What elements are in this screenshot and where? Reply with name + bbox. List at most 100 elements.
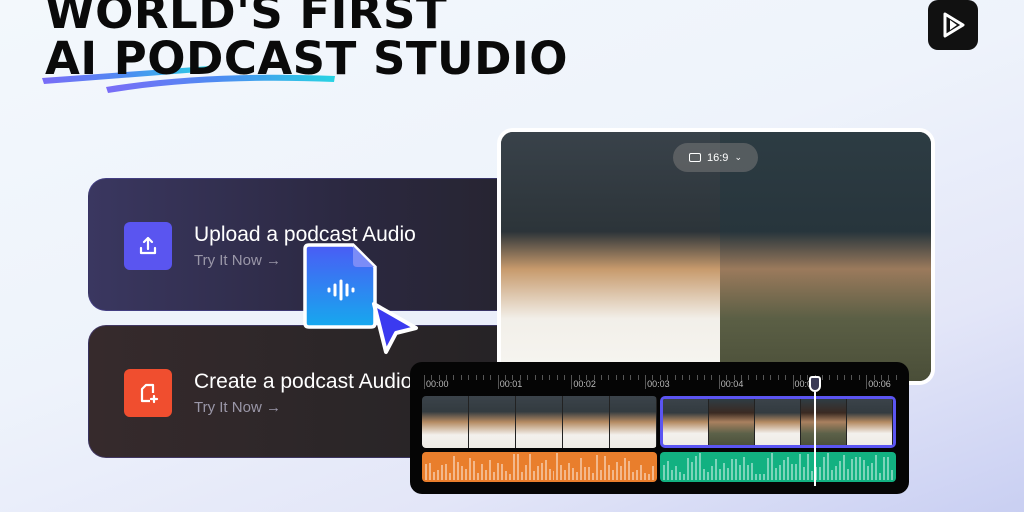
waveform-bar <box>456 462 459 480</box>
waveform-bar <box>743 456 745 480</box>
waveform-bar <box>711 465 713 480</box>
waveform-bar <box>803 467 805 480</box>
waveform-bar <box>831 470 833 480</box>
waveform-bar <box>468 457 471 480</box>
waveform-bar <box>425 464 427 480</box>
waveform-bar <box>532 470 535 480</box>
try-it-now-link[interactable]: Try It Now → <box>194 399 281 416</box>
waveform-bar <box>452 455 455 480</box>
waveform-bar <box>691 462 693 480</box>
ruler-tick <box>630 375 632 380</box>
waveform-bar <box>488 460 491 480</box>
waveform-bar <box>791 463 793 480</box>
waveform-bar <box>663 465 665 480</box>
timeline-editor[interactable]: 00:00 00:01 00:02 00:03 00:04 00:05 00:06 <box>410 362 909 494</box>
ruler-tick <box>475 375 477 380</box>
audio-file-drag[interactable] <box>303 243 377 329</box>
waveform-bar <box>703 468 705 480</box>
ruler-tick <box>549 375 551 380</box>
waveform-bar <box>871 462 873 480</box>
aspect-icon <box>689 153 702 162</box>
audio-track-2[interactable] <box>660 452 896 482</box>
ruler-tick <box>755 375 757 380</box>
ruler-tick <box>858 375 860 380</box>
waveform-bar <box>719 468 721 480</box>
playhead-handle[interactable] <box>808 376 821 392</box>
waveform-bar <box>588 467 591 480</box>
app-logo[interactable] <box>928 0 978 50</box>
waveform-bar <box>652 465 655 480</box>
waveform-bar <box>528 453 531 480</box>
time-label: 00:06 <box>868 379 891 389</box>
try-it-now-link[interactable]: Try It Now → <box>194 252 281 269</box>
waveform-bar <box>879 473 881 480</box>
waveform-bar <box>827 453 829 480</box>
waveform-bar <box>616 461 619 480</box>
ruler-tick <box>615 375 617 380</box>
waveform-bar <box>687 457 689 480</box>
waveform-bar <box>448 473 451 480</box>
waveform-bar <box>464 468 467 480</box>
waveform-bar <box>648 473 651 480</box>
waveform-bar <box>620 466 623 480</box>
ruler-tick <box>821 375 823 380</box>
waveform-bar <box>859 456 861 480</box>
waveform-bar <box>596 454 599 480</box>
waveform-bar <box>520 472 523 480</box>
waveform-bar <box>707 471 709 480</box>
waveform-bar <box>727 468 729 480</box>
waveform-bar <box>580 458 583 480</box>
waveform-bar <box>731 459 733 480</box>
ruler-tick <box>763 375 765 380</box>
ruler-tick <box>844 375 846 380</box>
waveform-bar <box>851 459 853 480</box>
waveform-bar <box>883 457 885 480</box>
waveform-bar <box>723 463 725 480</box>
ruler-tick <box>600 375 602 380</box>
headline-line2: AI PODCAST STUDIO <box>45 32 568 85</box>
waveform-bar <box>480 464 483 480</box>
waveform-bar <box>771 453 773 480</box>
chevron-down-icon: ⌄ <box>734 152 742 162</box>
waveform-bar <box>440 465 443 480</box>
ruler-tick <box>770 375 772 380</box>
clip-thumbnail <box>516 396 563 448</box>
waveform-bar <box>767 457 769 480</box>
waveform-bar <box>496 462 499 480</box>
ruler-tick <box>792 375 794 389</box>
time-label: 00:01 <box>499 379 523 389</box>
waveform-bar <box>875 455 877 480</box>
waveform-bar <box>436 469 439 480</box>
time-label: 00:03 <box>647 379 670 389</box>
ruler-tick <box>777 375 779 380</box>
waveform-bar <box>504 471 507 480</box>
waveform-bar <box>887 457 889 480</box>
waveform-bar <box>739 465 741 480</box>
waveform-bar <box>636 470 639 480</box>
waveform-bar <box>763 474 765 480</box>
aspect-ratio-selector[interactable]: 16:9 ⌄ <box>673 143 758 172</box>
time-label: 00:02 <box>573 379 596 389</box>
ruler-tick <box>468 375 470 380</box>
waveform-bar <box>524 465 527 480</box>
clip-thumbnail <box>847 399 893 445</box>
waveform-bar <box>835 466 837 480</box>
ruler-tick <box>556 375 558 380</box>
playhead-line <box>813 392 816 486</box>
waveform-bar <box>460 465 463 480</box>
waveform-bar <box>759 474 761 480</box>
audio-track-1[interactable] <box>422 452 657 482</box>
playhead[interactable] <box>808 376 821 486</box>
waveform-bar <box>891 469 893 480</box>
waveform-bar <box>747 465 749 480</box>
ruler-tick <box>704 375 706 380</box>
ruler-tick <box>571 375 573 389</box>
waveform-bar <box>683 474 685 480</box>
ruler-tick <box>424 375 425 389</box>
ruler-tick <box>564 375 566 380</box>
video-clip-2-selected[interactable] <box>660 396 896 448</box>
clip-thumbnail <box>755 399 801 445</box>
waveform-bar <box>779 464 781 480</box>
video-clip-1[interactable] <box>422 396 657 448</box>
waveform-bar <box>472 460 475 480</box>
